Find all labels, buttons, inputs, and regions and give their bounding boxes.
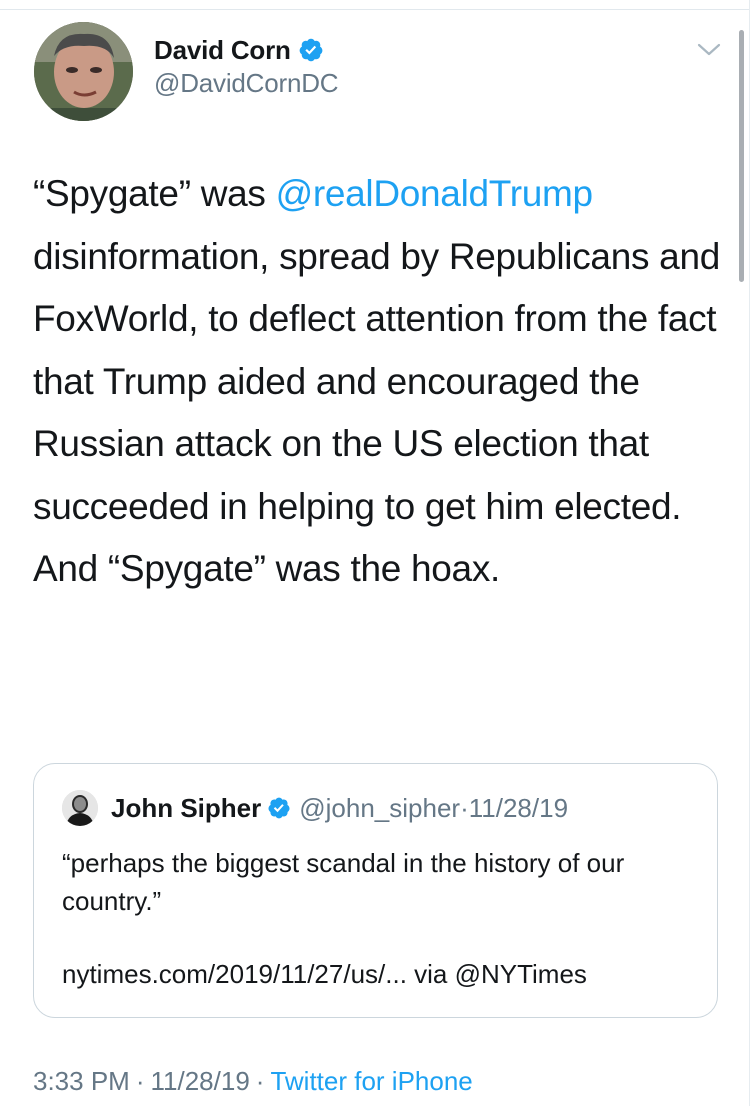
- quoted-date[interactable]: 11/28/19: [469, 793, 568, 823]
- quoted-tweet-header: John Sipher @john_sipher·11/28/19: [62, 790, 568, 826]
- top-divider: [0, 9, 750, 10]
- verified-badge-icon: [299, 38, 323, 62]
- quoted-date-separator: ·: [460, 792, 469, 823]
- quoted-avatar-image: [62, 790, 98, 826]
- tweet-footer: 3:33 PM · 11/28/19 · Twitter for iPhone: [33, 1066, 473, 1097]
- footer-separator: ·: [255, 1066, 265, 1096]
- avatar-image: [34, 22, 133, 121]
- avatar[interactable]: [34, 22, 133, 121]
- tweet-date[interactable]: 11/28/19: [151, 1066, 250, 1096]
- quoted-tweet[interactable]: John Sipher @john_sipher·11/28/19 “perha…: [33, 763, 718, 1018]
- quoted-avatar[interactable]: [62, 790, 98, 826]
- mention-link[interactable]: @realDonaldTrump: [276, 173, 594, 214]
- tweet-page: David Corn @DavidCornDC “Spygate” was @r…: [0, 0, 750, 1106]
- author-info[interactable]: David Corn @DavidCornDC: [154, 34, 339, 99]
- author-handle[interactable]: @DavidCornDC: [154, 68, 339, 99]
- tweet-text-part1: “Spygate” was: [33, 173, 276, 214]
- quoted-display-name[interactable]: John Sipher: [111, 793, 261, 824]
- quoted-tweet-text: “perhaps the biggest scandal in the hist…: [62, 848, 625, 916]
- chevron-down-icon[interactable]: [696, 40, 722, 60]
- quoted-tweet-link[interactable]: nytimes.com/2019/11/27/us/... via @NYTim…: [62, 959, 587, 990]
- verified-badge-icon: [268, 797, 290, 819]
- tweet-text-part2: disinformation, spread by Republicans an…: [33, 235, 720, 590]
- tweet-time[interactable]: 3:33 PM: [33, 1066, 130, 1096]
- scrollbar[interactable]: [739, 30, 744, 282]
- tweet-text: “Spygate” was @realDonaldTrump disinform…: [33, 163, 723, 601]
- author-display-name[interactable]: David Corn: [154, 35, 291, 66]
- quoted-meta: @john_sipher·11/28/19: [299, 793, 568, 824]
- tweet-header: David Corn @DavidCornDC: [34, 22, 724, 122]
- quoted-handle[interactable]: @john_sipher: [299, 793, 460, 823]
- footer-separator: ·: [135, 1066, 145, 1096]
- tweet-source-link[interactable]: Twitter for iPhone: [270, 1066, 472, 1096]
